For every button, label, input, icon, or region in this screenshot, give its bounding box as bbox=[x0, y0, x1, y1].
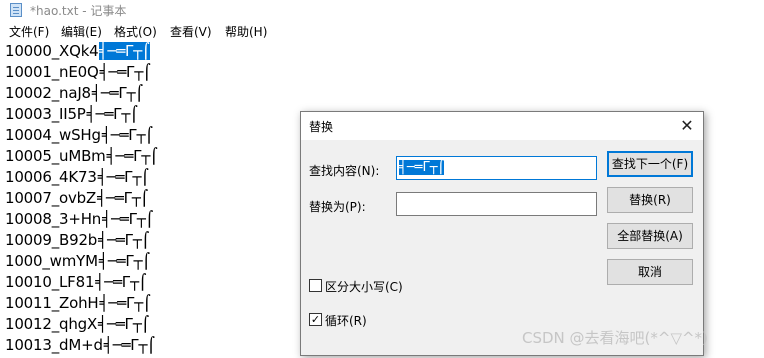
text-line: 10006_4K73╡─═Γ┬⌠ bbox=[5, 168, 149, 186]
text-line: 10011_ZohH╡─═Γ┬⌠ bbox=[5, 294, 151, 312]
replace-input[interactable] bbox=[396, 192, 597, 216]
replace-button[interactable]: 替换(R) bbox=[607, 187, 693, 213]
text-line: 10002_naJ8╡─═Γ┬⌠ bbox=[5, 84, 143, 102]
dialog-titlebar[interactable]: 替换 ✕ bbox=[301, 112, 703, 140]
find-next-button[interactable]: 查找下一个(F) bbox=[607, 151, 693, 177]
cancel-button[interactable]: 取消 bbox=[607, 259, 693, 285]
replace-all-button[interactable]: 全部替换(A) bbox=[607, 223, 693, 249]
menu-bar: 文件(F) 编辑(E) 格式(O) 查看(V) 帮助(H) bbox=[0, 20, 764, 42]
menu-help[interactable]: 帮助(H) bbox=[225, 23, 267, 40]
text-line: 10005_uMBm╡─═Γ┬⌠ bbox=[5, 147, 158, 165]
menu-format[interactable]: 格式(O) bbox=[114, 23, 157, 40]
text-line: 10000_XQk4╡─═Γ┬⌠ bbox=[5, 42, 150, 60]
close-icon[interactable]: ✕ bbox=[675, 114, 699, 138]
window-title: *hao.txt - 记事本 bbox=[30, 4, 127, 18]
match-case-checkbox[interactable] bbox=[309, 279, 322, 292]
text-line: 10007_ovbZ╡─═Γ┬⌠ bbox=[5, 189, 149, 207]
replace-label: 替换为(P): bbox=[309, 200, 366, 214]
menu-file[interactable]: 文件(F) bbox=[9, 23, 49, 40]
menu-view[interactable]: 查看(V) bbox=[170, 23, 212, 40]
wrap-checkbox[interactable]: ✓ bbox=[309, 313, 322, 326]
find-input[interactable]: ╡─═Γ┬⌠ bbox=[396, 156, 597, 180]
text-line: 10003_II5P╡─═Γ┬⌠ bbox=[5, 105, 138, 123]
text-line: 10004_wSHg╡─═Γ┬⌠ bbox=[5, 126, 153, 144]
dialog-title: 替换 bbox=[309, 120, 334, 134]
menu-edit[interactable]: 编辑(E) bbox=[61, 23, 102, 40]
watermark: CSDN @去看海吧(*^▽^*) bbox=[522, 329, 708, 347]
text-line: 10009_B92b╡─═Γ┬⌠ bbox=[5, 231, 150, 249]
text-line: 10012_qhgX╡─═Γ┬⌠ bbox=[5, 315, 150, 333]
find-input-value: ╡─═Γ┬⌠ bbox=[399, 160, 445, 175]
text-line: 10001_nE0Q╡─═Γ┬⌠ bbox=[5, 63, 151, 81]
notepad-icon bbox=[10, 3, 22, 17]
text-line: 10010_LF81╡─═Γ┬⌠ bbox=[5, 273, 147, 291]
text-line: 1000_wmYM╡─═Γ┬⌠ bbox=[5, 252, 150, 270]
wrap-label: 循环(R) bbox=[325, 314, 367, 328]
replace-dialog: 替换 ✕ 查找内容(N): ╡─═Γ┬⌠ 替换为(P): 查找下一个(F) 替换… bbox=[300, 111, 704, 356]
text-line: 10013_dM+d╡─═Γ┬⌠ bbox=[5, 336, 155, 354]
find-label: 查找内容(N): bbox=[309, 164, 380, 178]
selected-text: ╡─═Γ┬⌠ bbox=[98, 42, 150, 60]
match-case-label: 区分大小写(C) bbox=[325, 280, 403, 294]
window-titlebar: *hao.txt - 记事本 bbox=[0, 0, 764, 20]
text-line: 10008_3+Hn╡─═Γ┬⌠ bbox=[5, 210, 154, 228]
